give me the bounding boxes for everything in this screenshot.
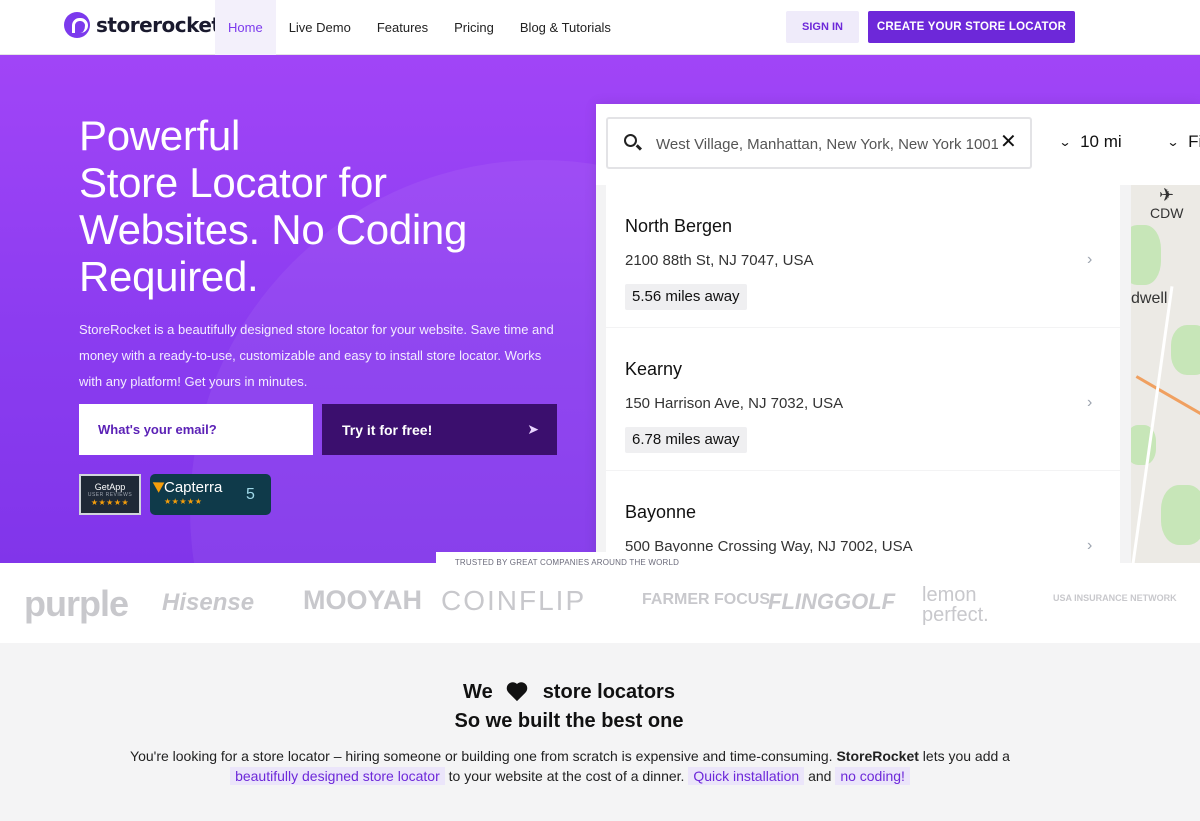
para-text: to your website at the cost of a dinner. [448,768,685,784]
heart-icon [507,681,529,703]
para-text: and [808,768,832,784]
logo-icon [64,12,90,38]
love-store-locators: store locators [542,681,675,703]
brand-logo-mooyah: MOOYAH [303,585,423,615]
highlight-quick-installation: Quick installation [688,767,805,785]
para-brand: StoreRocket [836,748,919,764]
map-label: CDW [1150,205,1184,221]
map-park [1161,485,1200,545]
map-park [1171,325,1200,375]
love-subheading: So we built the best one [454,710,684,732]
top-nav: storerocket Home Live Demo Features Pric… [0,0,1200,55]
brand-logo-farmer-focus: FARMER FOCUS [642,591,770,608]
nav-link-blog[interactable]: Blog & Tutorials [507,0,624,55]
location-address: 2100 88th St, NJ 7047, USA [625,252,814,269]
locator-search-bar: ✕ ⌄ 10 mi ⌄ Fi [596,104,1200,185]
location-card[interactable]: North Bergen 2100 88th St, NJ 7047, USA … [606,185,1120,327]
getapp-stars: ★★★★★ [90,498,130,507]
love-paragraph: You're looking for a store locator – hir… [100,746,1040,786]
sign-in-button[interactable]: SIGN IN [786,11,859,43]
hero-title-line: Websites. No Coding [79,206,468,253]
logo-text: storerocket [96,13,221,37]
love-we: We [463,681,493,703]
filter-select[interactable]: ⌄ Fi [1166,132,1200,152]
rocket-icon: ➤ [527,421,539,437]
radius-select[interactable]: ⌄ 10 mi [1058,132,1122,152]
capterra-score: 5 [246,486,255,503]
brand-logo-coinflip: COINFLIP [441,585,587,616]
brand-logo-flinggolf: FLINGGOLF [768,589,896,614]
chevron-right-icon: › [1087,251,1093,268]
nav-links: Home Live Demo Features Pricing Blog & T… [215,0,624,55]
search-icon [624,134,637,147]
store-locator-widget: ✕ ⌄ 10 mi ⌄ Fi North Bergen 2100 88th St… [596,104,1200,563]
map-label: dwell [1131,290,1168,307]
radius-value: 10 mi [1080,132,1122,151]
brand-logo-usa-insurance: USA INSURANCE NETWORK [1053,593,1177,603]
filter-value: Fi [1188,132,1200,151]
create-store-locator-button[interactable]: CREATE YOUR STORE LOCATOR [868,11,1075,43]
getapp-name: GetApp [94,482,126,492]
try-free-label: Try it for free! [342,421,433,438]
airplane-icon: ✈ [1159,185,1175,205]
nav-link-home[interactable]: Home [215,0,276,55]
location-name: North Bergen [625,216,733,236]
map-park [1131,225,1161,285]
highlight-beautifully-designed: beautifully designed store locator [230,767,445,785]
capterra-name: Capterra [164,478,223,496]
capterra-stars: ★★★★★ [164,496,203,506]
para-text: lets you add a [922,748,1010,764]
getapp-badge[interactable]: GetApp USER REVIEWS ★★★★★ [79,474,141,515]
chevron-down-icon: ⌄ [1166,135,1180,149]
brand-logo-purple: purple [24,583,129,624]
try-free-button[interactable]: Try it for free! ➤ [322,404,557,455]
hero-title: Powerful Store Locator for Websites. No … [79,112,559,300]
logo[interactable]: storerocket [64,12,221,38]
chevron-right-icon: › [1087,394,1093,411]
search-box[interactable]: ✕ [606,117,1032,169]
nav-link-features[interactable]: Features [364,0,441,55]
close-icon[interactable]: ✕ [1000,130,1017,154]
capterra-badge[interactable]: Capterra ★★★★★ 5 [150,474,271,515]
location-card[interactable]: Bayonne 500 Bayonne Crossing Way, NJ 700… [606,471,1120,563]
brand-logo-lemon-perfect: lemon perfect. [922,584,989,626]
location-name: Kearny [625,359,683,379]
para-text: You're looking for a store locator – hir… [130,748,833,764]
location-name: Bayonne [625,502,697,522]
location-distance: 6.78 miles away [625,427,747,453]
brand-logo-hisense: Hisense [162,589,255,616]
trusted-logos-strip: TRUSTED BY GREAT COMPANIES AROUND THE WO… [0,552,1200,643]
location-address: 150 Harrison Ave, NJ 7032, USA [625,395,844,412]
map[interactable]: ✈ CDW dwell [1131,185,1200,563]
hero-title-line: Store Locator for [79,159,387,206]
love-heading: We store locators [0,681,1138,704]
location-distance: 5.56 miles away [625,284,747,310]
location-list: North Bergen 2100 88th St, NJ 7047, USA … [606,185,1130,563]
map-road [1135,375,1200,418]
hero-description: StoreRocket is a beautifully designed st… [79,322,554,389]
nav-link-pricing[interactable]: Pricing [441,0,507,55]
hero-title-line: Required. [79,253,259,300]
we-love-section: We store locators So we built the best o… [0,643,1200,821]
email-input[interactable] [79,404,313,455]
trusted-label: TRUSTED BY GREAT COMPANIES AROUND THE WO… [436,552,698,574]
chevron-down-icon: ⌄ [1058,135,1072,149]
chevron-right-icon: › [1087,537,1093,554]
location-search-input[interactable] [656,133,998,155]
location-card[interactable]: Kearny 150 Harrison Ave, NJ 7032, USA 6.… [606,328,1120,470]
highlight-no-coding: no coding! [835,767,910,785]
nav-link-live-demo[interactable]: Live Demo [276,0,364,55]
hero-title-line: Powerful [79,112,241,159]
